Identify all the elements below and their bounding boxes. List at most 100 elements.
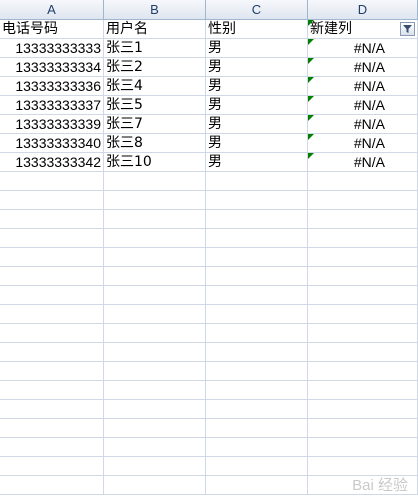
empty-cell[interactable] bbox=[308, 343, 418, 362]
column-header-b[interactable]: B bbox=[104, 0, 206, 20]
cell-d-8[interactable]: #N/A bbox=[308, 153, 418, 172]
column-header-c[interactable]: C bbox=[206, 0, 308, 20]
empty-cell[interactable] bbox=[206, 419, 308, 438]
header-cell-a[interactable]: 电话号码 bbox=[0, 20, 104, 39]
empty-cell[interactable] bbox=[308, 362, 418, 381]
empty-cell[interactable] bbox=[206, 476, 308, 495]
empty-cell[interactable] bbox=[308, 267, 418, 286]
cell-b-3[interactable]: 张三2 bbox=[104, 58, 206, 77]
cell-b-8[interactable]: 张三10 bbox=[104, 153, 206, 172]
empty-cell[interactable] bbox=[206, 324, 308, 343]
cell-a-3[interactable]: 13333333334 bbox=[0, 58, 104, 77]
filter-icon[interactable] bbox=[400, 22, 415, 36]
empty-cell[interactable] bbox=[104, 362, 206, 381]
empty-cell[interactable] bbox=[308, 305, 418, 324]
empty-cell[interactable] bbox=[0, 438, 104, 457]
empty-cell[interactable] bbox=[0, 267, 104, 286]
empty-cell[interactable] bbox=[104, 457, 206, 476]
empty-cell[interactable] bbox=[104, 476, 206, 495]
cell-a-4[interactable]: 13333333336 bbox=[0, 77, 104, 96]
empty-cell[interactable] bbox=[0, 419, 104, 438]
cell-d-2[interactable]: #N/A bbox=[308, 39, 418, 58]
cell-d-6[interactable]: #N/A bbox=[308, 115, 418, 134]
empty-cell[interactable] bbox=[104, 286, 206, 305]
cell-c-7[interactable]: 男 bbox=[206, 134, 308, 153]
empty-cell[interactable] bbox=[308, 248, 418, 267]
empty-cell[interactable] bbox=[104, 343, 206, 362]
cell-b-2[interactable]: 张三1 bbox=[104, 39, 206, 58]
empty-cell[interactable] bbox=[206, 248, 308, 267]
header-cell-d[interactable]: 新建列 bbox=[308, 20, 418, 39]
empty-cell[interactable] bbox=[308, 438, 418, 457]
empty-cell[interactable] bbox=[308, 381, 418, 400]
empty-cell[interactable] bbox=[308, 286, 418, 305]
empty-cell[interactable] bbox=[104, 381, 206, 400]
cell-c-3[interactable]: 男 bbox=[206, 58, 308, 77]
empty-cell[interactable] bbox=[0, 286, 104, 305]
column-header-a[interactable]: A bbox=[0, 0, 104, 20]
empty-cell[interactable] bbox=[206, 267, 308, 286]
cell-c-6[interactable]: 男 bbox=[206, 115, 308, 134]
cell-c-5[interactable]: 男 bbox=[206, 96, 308, 115]
empty-cell[interactable] bbox=[206, 400, 308, 419]
cell-c-8[interactable]: 男 bbox=[206, 153, 308, 172]
empty-cell[interactable] bbox=[0, 191, 104, 210]
empty-cell[interactable] bbox=[206, 191, 308, 210]
empty-cell[interactable] bbox=[0, 476, 104, 495]
cell-a-2[interactable]: 13333333333 bbox=[0, 39, 104, 58]
empty-cell[interactable] bbox=[104, 229, 206, 248]
empty-cell[interactable] bbox=[308, 191, 418, 210]
empty-cell[interactable] bbox=[104, 324, 206, 343]
empty-cell[interactable] bbox=[0, 324, 104, 343]
empty-cell[interactable] bbox=[104, 248, 206, 267]
empty-cell[interactable] bbox=[308, 324, 418, 343]
empty-cell[interactable] bbox=[104, 210, 206, 229]
empty-cell[interactable] bbox=[104, 172, 206, 191]
cell-d-4[interactable]: #N/A bbox=[308, 77, 418, 96]
cell-b-5[interactable]: 张三5 bbox=[104, 96, 206, 115]
empty-cell[interactable] bbox=[206, 457, 308, 476]
cell-a-5[interactable]: 13333333337 bbox=[0, 96, 104, 115]
empty-cell[interactable] bbox=[0, 248, 104, 267]
cell-d-5[interactable]: #N/A bbox=[308, 96, 418, 115]
column-header-d[interactable]: D bbox=[308, 0, 418, 20]
empty-cell[interactable] bbox=[0, 362, 104, 381]
empty-cell[interactable] bbox=[206, 305, 308, 324]
cell-d-7[interactable]: #N/A bbox=[308, 134, 418, 153]
empty-cell[interactable] bbox=[0, 400, 104, 419]
header-cell-b[interactable]: 用户名 bbox=[104, 20, 206, 39]
empty-cell[interactable] bbox=[0, 305, 104, 324]
empty-cell[interactable] bbox=[206, 229, 308, 248]
empty-cell[interactable] bbox=[104, 267, 206, 286]
empty-cell[interactable] bbox=[104, 419, 206, 438]
cell-b-4[interactable]: 张三4 bbox=[104, 77, 206, 96]
cell-c-2[interactable]: 男 bbox=[206, 39, 308, 58]
empty-cell[interactable] bbox=[206, 381, 308, 400]
empty-cell[interactable] bbox=[0, 229, 104, 248]
cell-b-6[interactable]: 张三7 bbox=[104, 115, 206, 134]
cell-a-7[interactable]: 13333333340 bbox=[0, 134, 104, 153]
empty-cell[interactable] bbox=[308, 419, 418, 438]
empty-cell[interactable] bbox=[308, 400, 418, 419]
cell-a-8[interactable]: 13333333342 bbox=[0, 153, 104, 172]
empty-cell[interactable] bbox=[0, 343, 104, 362]
header-cell-c[interactable]: 性别 bbox=[206, 20, 308, 39]
cell-d-3[interactable]: #N/A bbox=[308, 58, 418, 77]
empty-cell[interactable] bbox=[308, 172, 418, 191]
empty-cell[interactable] bbox=[104, 400, 206, 419]
empty-cell[interactable] bbox=[104, 305, 206, 324]
empty-cell[interactable] bbox=[0, 381, 104, 400]
empty-cell[interactable] bbox=[0, 457, 104, 476]
cell-a-6[interactable]: 13333333339 bbox=[0, 115, 104, 134]
empty-cell[interactable] bbox=[206, 438, 308, 457]
empty-cell[interactable] bbox=[0, 172, 104, 191]
empty-cell[interactable] bbox=[206, 362, 308, 381]
empty-cell[interactable] bbox=[104, 438, 206, 457]
empty-cell[interactable] bbox=[206, 286, 308, 305]
empty-cell[interactable] bbox=[206, 172, 308, 191]
cell-c-4[interactable]: 男 bbox=[206, 77, 308, 96]
empty-cell[interactable] bbox=[104, 191, 206, 210]
empty-cell[interactable] bbox=[0, 210, 104, 229]
empty-cell[interactable] bbox=[206, 343, 308, 362]
cell-b-7[interactable]: 张三8 bbox=[104, 134, 206, 153]
